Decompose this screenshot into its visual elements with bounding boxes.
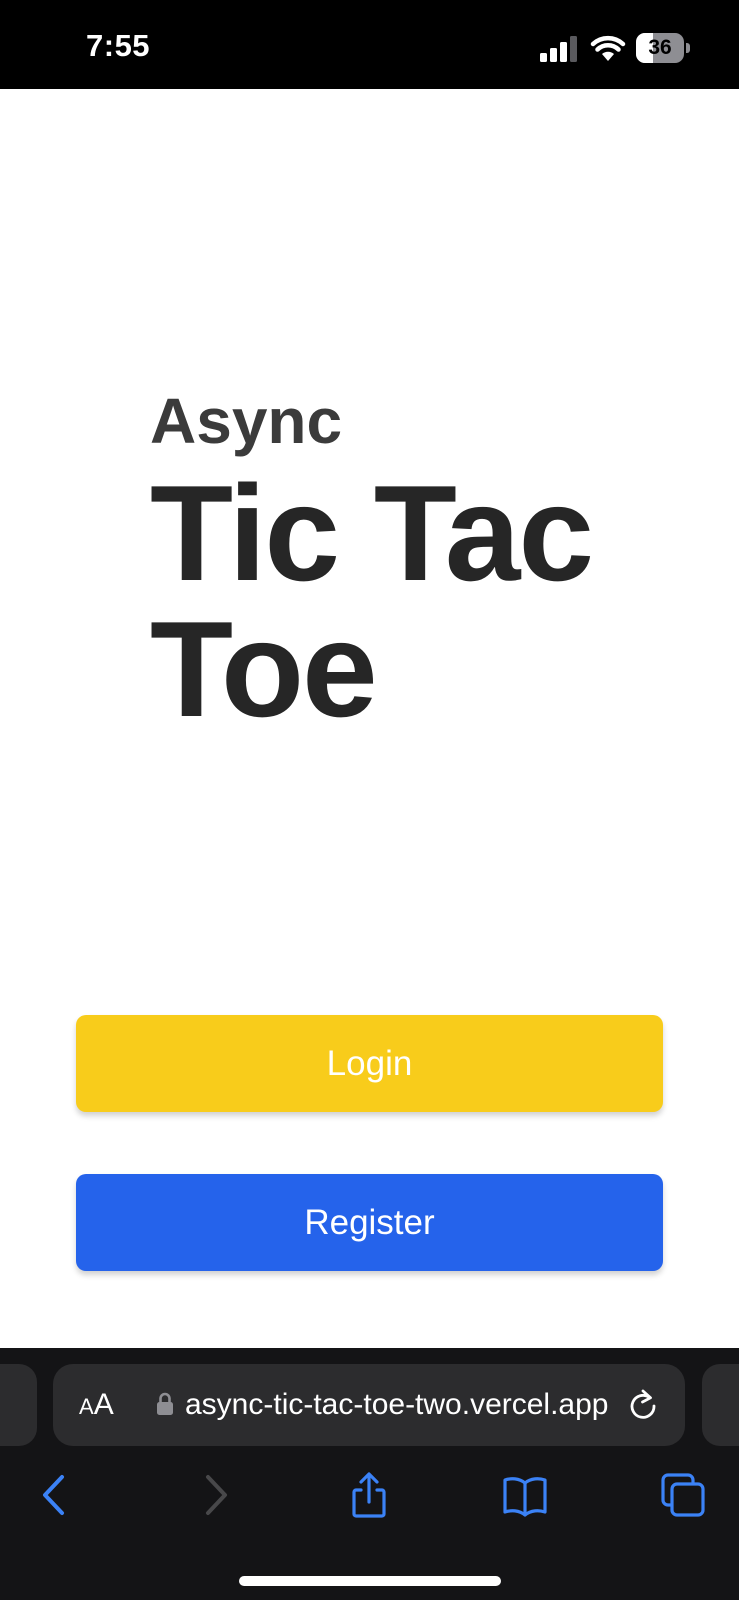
back-chevron-icon[interactable] <box>32 1472 78 1518</box>
url-text[interactable]: async-tic-tac-toe-two.vercel.app <box>185 1386 611 1424</box>
forward-chevron-icon[interactable] <box>192 1472 238 1518</box>
status-time: 7:55 <box>86 28 151 63</box>
reader-small-a: A <box>79 1394 94 1419</box>
reader-large-a: A <box>93 1388 114 1421</box>
status-bar: 7:55 36 <box>0 0 739 89</box>
address-bar[interactable]: AA async-tic-tac-toe-two.vercel.app <box>53 1364 685 1446</box>
wifi-icon <box>590 35 626 61</box>
browser-toolbar: AA async-tic-tac-toe-two.vercel.app <box>0 1348 739 1600</box>
home-indicator[interactable] <box>239 1576 501 1586</box>
battery-body: 36 <box>636 33 684 63</box>
app-screen: 7:55 36 Async Tic Tac Toe Login Register <box>0 0 739 1600</box>
bookmarks-icon[interactable] <box>502 1472 548 1518</box>
reload-icon[interactable] <box>627 1388 659 1422</box>
hero-subtitle: Async <box>150 385 343 457</box>
reader-mode-button[interactable]: AA <box>79 1386 114 1426</box>
battery-level: 36 <box>648 36 672 59</box>
tabs-icon[interactable] <box>660 1472 706 1518</box>
previous-tab-preview[interactable] <box>0 1364 37 1446</box>
next-tab-preview[interactable] <box>702 1364 739 1446</box>
battery-tip <box>686 43 690 53</box>
share-icon[interactable] <box>346 1472 392 1518</box>
lock-icon <box>157 1392 173 1415</box>
register-button[interactable]: Register <box>76 1174 663 1271</box>
cellular-signal-icon <box>540 36 577 62</box>
hero-title: Tic Tac Toe <box>150 457 594 745</box>
battery-icon: 36 <box>636 33 690 63</box>
hero-title-block: Async Tic Tac Toe <box>150 385 630 737</box>
login-button[interactable]: Login <box>76 1015 663 1112</box>
